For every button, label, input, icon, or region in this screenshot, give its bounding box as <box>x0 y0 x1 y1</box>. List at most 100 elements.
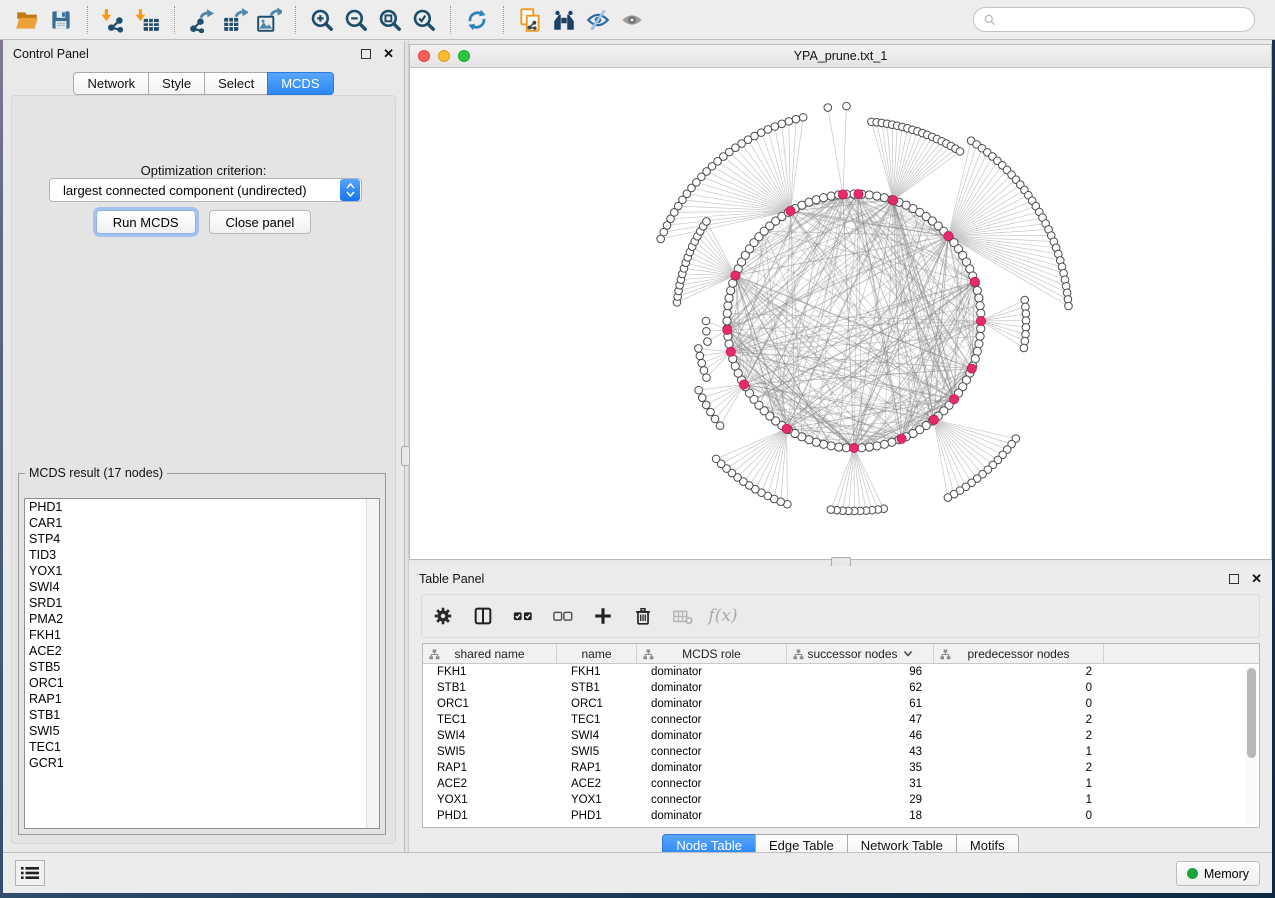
import-network-icon[interactable] <box>97 4 131 36</box>
table-cell[interactable]: 1 <box>934 746 1104 758</box>
column-header-shared-name[interactable]: shared name <box>423 644 557 663</box>
mcds-result-item[interactable]: STB1 <box>25 707 379 723</box>
table-cell[interactable]: 0 <box>934 698 1104 710</box>
mcds-result-item[interactable]: SWI5 <box>25 723 379 739</box>
hide-selected-eye-slash-icon[interactable] <box>581 4 615 36</box>
export-network-icon[interactable] <box>184 4 218 36</box>
table-cell[interactable]: dominator <box>637 730 787 742</box>
float-table-panel-icon[interactable] <box>1229 574 1239 584</box>
table-row[interactable]: STB1STB1dominator620 <box>423 680 1259 696</box>
table-cell[interactable]: YOX1 <box>423 794 557 806</box>
table-cell[interactable]: 29 <box>787 794 934 806</box>
zoom-fit-icon[interactable] <box>373 4 407 36</box>
mcds-result-item[interactable]: TID3 <box>25 547 379 563</box>
table-cell[interactable]: 47 <box>787 714 934 726</box>
table-row[interactable]: PHD1PHD1dominator180 <box>423 808 1259 824</box>
criterion-dropdown[interactable]: largest connected component (undirected) <box>49 178 362 202</box>
table-cell[interactable]: STB1 <box>423 682 557 694</box>
table-cell[interactable]: connector <box>637 746 787 758</box>
show-columns-icon[interactable] <box>470 603 496 629</box>
table-row[interactable]: SWI5SWI5connector431 <box>423 744 1259 760</box>
mcds-result-item[interactable]: TEC1 <box>25 739 379 755</box>
table-cell[interactable]: PHD1 <box>557 810 637 822</box>
table-cell[interactable]: SWI5 <box>557 746 637 758</box>
zoom-out-icon[interactable] <box>339 4 373 36</box>
table-cell[interactable]: PHD1 <box>423 810 557 822</box>
show-all-eye-icon[interactable] <box>615 4 649 36</box>
list-scrollbar[interactable] <box>366 499 379 828</box>
table-cell[interactable]: 46 <box>787 730 934 742</box>
mcds-result-item[interactable]: YOX1 <box>25 563 379 579</box>
table-cell[interactable]: dominator <box>637 810 787 822</box>
run-mcds-button[interactable]: Run MCDS <box>96 210 196 234</box>
table-scrollbar-thumb[interactable] <box>1247 668 1256 758</box>
table-row[interactable]: YOX1YOX1connector291 <box>423 792 1259 808</box>
import-table-icon[interactable] <box>131 4 165 36</box>
column-header-predecessor-nodes[interactable]: predecessor nodes <box>934 644 1104 663</box>
table-cell[interactable]: RAP1 <box>557 762 637 774</box>
tab-select[interactable]: Select <box>204 72 268 95</box>
table-cell[interactable]: ORC1 <box>423 698 557 710</box>
select-all-icon[interactable] <box>510 603 536 629</box>
table-settings-gear-icon[interactable] <box>430 603 456 629</box>
table-cell[interactable]: 96 <box>787 666 934 678</box>
column-header-MCDS-role[interactable]: MCDS role <box>637 644 787 663</box>
table-row[interactable]: ACE2ACE2connector311 <box>423 776 1259 792</box>
table-cell[interactable]: 2 <box>934 730 1104 742</box>
mcds-result-item[interactable]: ORC1 <box>25 675 379 691</box>
table-cell[interactable]: connector <box>637 714 787 726</box>
mcds-result-item[interactable]: STP4 <box>25 531 379 547</box>
deselect-all-icon[interactable] <box>550 603 576 629</box>
refresh-layout-icon[interactable] <box>460 4 494 36</box>
table-cell[interactable]: ORC1 <box>557 698 637 710</box>
mcds-result-item[interactable]: GCR1 <box>25 755 379 771</box>
table-cell[interactable]: 18 <box>787 810 934 822</box>
table-cell[interactable]: TEC1 <box>557 714 637 726</box>
table-row[interactable]: FKH1FKH1dominator962 <box>423 664 1259 680</box>
add-column-plus-icon[interactable] <box>590 603 616 629</box>
table-cell[interactable]: 2 <box>934 666 1104 678</box>
table-cell[interactable]: 1 <box>934 794 1104 806</box>
search-input[interactable] <box>1002 13 1245 27</box>
delete-column-trash-icon[interactable] <box>630 603 656 629</box>
table-cell[interactable]: 0 <box>934 810 1104 822</box>
zoom-selected-icon[interactable] <box>407 4 441 36</box>
table-cell[interactable]: 2 <box>934 762 1104 774</box>
table-cell[interactable]: 62 <box>787 682 934 694</box>
table-cell[interactable]: 2 <box>934 714 1104 726</box>
table-cell[interactable]: TEC1 <box>423 714 557 726</box>
table-cell[interactable]: 35 <box>787 762 934 774</box>
table-cell[interactable]: dominator <box>637 682 787 694</box>
mcds-result-item[interactable]: PMA2 <box>25 611 379 627</box>
table-cell[interactable]: connector <box>637 778 787 790</box>
table-cell[interactable]: ACE2 <box>423 778 557 790</box>
table-cell[interactable]: ACE2 <box>557 778 637 790</box>
table-row[interactable]: RAP1RAP1dominator352 <box>423 760 1259 776</box>
zoom-in-icon[interactable] <box>305 4 339 36</box>
table-cell[interactable]: SWI4 <box>557 730 637 742</box>
column-header-successor-nodes[interactable]: successor nodes <box>787 644 934 663</box>
table-row[interactable]: SWI4SWI4dominator462 <box>423 728 1259 744</box>
table-row[interactable]: TEC1TEC1connector472 <box>423 712 1259 728</box>
table-cell[interactable]: 61 <box>787 698 934 710</box>
tab-network[interactable]: Network <box>73 72 149 95</box>
tab-mcds[interactable]: MCDS <box>267 72 333 95</box>
mcds-result-item[interactable]: STB5 <box>25 659 379 675</box>
find-icon[interactable] <box>547 4 581 36</box>
table-cell[interactable]: STB1 <box>557 682 637 694</box>
mcds-result-item[interactable]: RAP1 <box>25 691 379 707</box>
table-cell[interactable]: SWI5 <box>423 746 557 758</box>
mcds-result-list[interactable]: PHD1CAR1STP4TID3YOX1SWI4SRD1PMA2FKH1ACE2… <box>24 498 380 829</box>
table-row[interactable]: ORC1ORC1dominator610 <box>423 696 1259 712</box>
export-table-icon[interactable] <box>218 4 252 36</box>
table-cell[interactable]: 1 <box>934 778 1104 790</box>
mcds-result-item[interactable]: FKH1 <box>25 627 379 643</box>
table-cell[interactable]: YOX1 <box>557 794 637 806</box>
table-cell[interactable]: connector <box>637 794 787 806</box>
table-cell[interactable]: dominator <box>637 698 787 710</box>
close-panel-icon[interactable]: ✕ <box>383 49 394 59</box>
save-session-icon[interactable] <box>44 4 78 36</box>
close-table-panel-icon[interactable]: ✕ <box>1251 574 1262 584</box>
table-cell[interactable]: FKH1 <box>557 666 637 678</box>
tab-style[interactable]: Style <box>148 72 205 95</box>
